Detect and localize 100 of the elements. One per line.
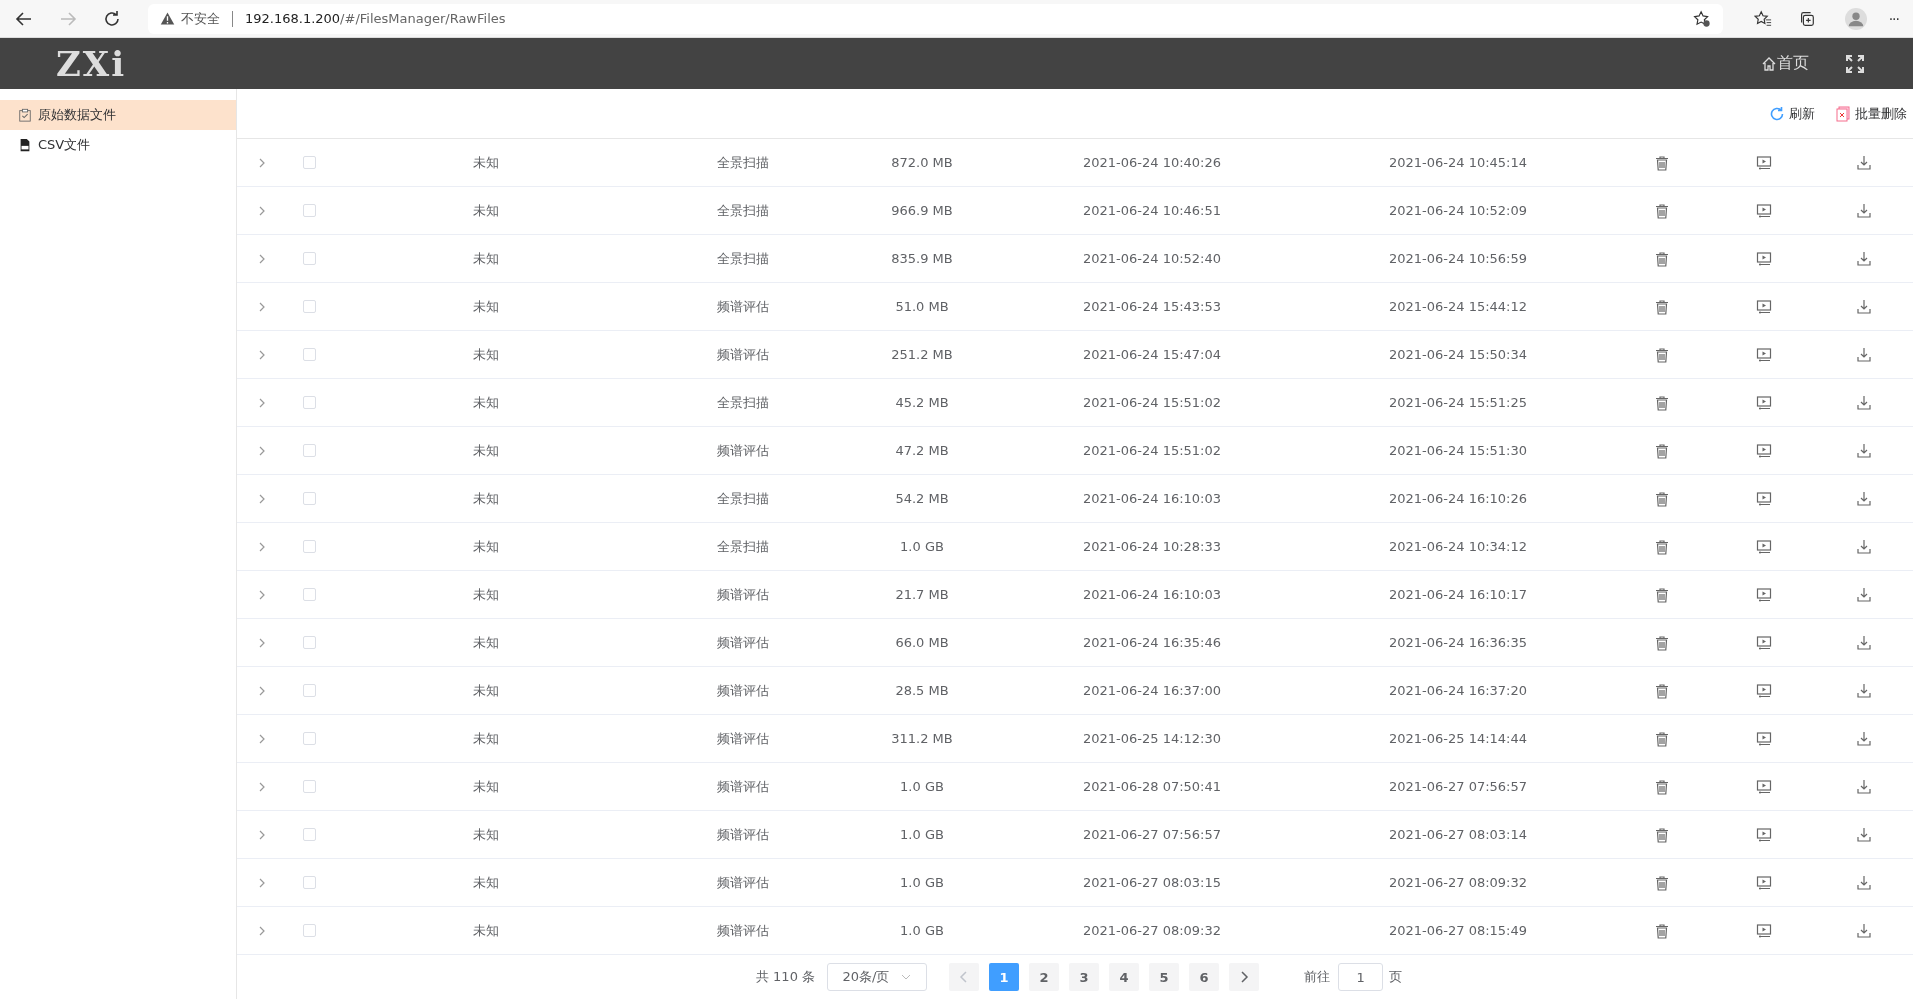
page-button[interactable]: 5 (1149, 963, 1180, 991)
favorites-icon[interactable] (1753, 9, 1772, 28)
download-icon[interactable] (1856, 442, 1872, 459)
star-add-icon[interactable] (1692, 9, 1711, 28)
play-screen-icon[interactable] (1756, 298, 1772, 315)
download-icon[interactable] (1856, 202, 1872, 219)
expand-chevron-icon[interactable] (257, 301, 267, 312)
download-icon[interactable] (1856, 346, 1872, 363)
row-checkbox[interactable] (302, 444, 316, 457)
play-screen-icon[interactable] (1756, 538, 1772, 555)
play-screen-icon[interactable] (1756, 874, 1772, 891)
row-checkbox[interactable] (302, 636, 316, 649)
fullscreen-icon[interactable] (1845, 53, 1865, 74)
row-checkbox[interactable] (302, 588, 316, 601)
download-icon[interactable] (1856, 250, 1872, 267)
row-checkbox[interactable] (302, 396, 316, 409)
trash-icon[interactable] (1654, 346, 1670, 363)
trash-icon[interactable] (1654, 538, 1670, 555)
trash-icon[interactable] (1654, 490, 1670, 507)
play-screen-icon[interactable] (1756, 634, 1772, 651)
page-button[interactable]: 6 (1189, 963, 1220, 991)
trash-icon[interactable] (1654, 586, 1670, 603)
expand-chevron-icon[interactable] (257, 397, 267, 408)
goto-page-field[interactable]: 1 (1338, 963, 1384, 991)
expand-chevron-icon[interactable] (257, 349, 267, 360)
expand-chevron-icon[interactable] (257, 733, 267, 744)
row-checkbox[interactable] (302, 300, 316, 313)
play-screen-icon[interactable] (1756, 154, 1772, 171)
download-icon[interactable] (1856, 682, 1872, 699)
download-icon[interactable] (1856, 874, 1872, 891)
play-screen-icon[interactable] (1756, 922, 1772, 939)
expand-chevron-icon[interactable] (257, 877, 267, 888)
play-screen-icon[interactable] (1756, 442, 1772, 459)
play-screen-icon[interactable] (1756, 202, 1772, 219)
page-size-select[interactable]: 20条/页 (827, 963, 928, 991)
sidebar-item[interactable]: 原始数据文件 (0, 100, 236, 130)
play-screen-icon[interactable] (1756, 346, 1772, 363)
trash-icon[interactable] (1654, 730, 1670, 747)
row-checkbox[interactable] (302, 924, 316, 937)
expand-chevron-icon[interactable] (257, 589, 267, 600)
expand-chevron-icon[interactable] (257, 157, 267, 168)
trash-icon[interactable] (1654, 298, 1670, 315)
expand-chevron-icon[interactable] (257, 781, 267, 792)
download-icon[interactable] (1856, 730, 1872, 747)
trash-icon[interactable] (1654, 634, 1670, 651)
play-screen-icon[interactable] (1756, 250, 1772, 267)
trash-icon[interactable] (1654, 394, 1670, 411)
download-icon[interactable] (1856, 922, 1872, 939)
play-screen-icon[interactable] (1756, 730, 1772, 747)
row-checkbox[interactable] (302, 252, 316, 265)
download-icon[interactable] (1856, 154, 1872, 171)
expand-chevron-icon[interactable] (257, 829, 267, 840)
expand-chevron-icon[interactable] (257, 637, 267, 648)
row-checkbox[interactable] (302, 156, 316, 169)
batch-delete-button[interactable]: 批量删除 (1835, 104, 1907, 123)
address-bar[interactable]: 不安全 192.168.1.200/#/FilesManager/RawFiles (148, 3, 1723, 34)
trash-icon[interactable] (1654, 250, 1670, 267)
expand-chevron-icon[interactable] (257, 205, 267, 216)
play-screen-icon[interactable] (1756, 682, 1772, 699)
trash-icon[interactable] (1654, 922, 1670, 939)
home-link[interactable]: 首页 (1761, 53, 1809, 74)
refresh-button[interactable]: 刷新 (1769, 104, 1815, 123)
row-checkbox[interactable] (302, 684, 316, 697)
sidebar-item[interactable]: CSV文件 (0, 130, 236, 160)
row-checkbox[interactable] (302, 540, 316, 553)
trash-icon[interactable] (1654, 874, 1670, 891)
next-page-icon[interactable] (1229, 963, 1260, 991)
download-icon[interactable] (1856, 538, 1872, 555)
page-button[interactable]: 4 (1109, 963, 1140, 991)
expand-chevron-icon[interactable] (257, 253, 267, 264)
download-icon[interactable] (1856, 634, 1872, 651)
download-icon[interactable] (1856, 778, 1872, 795)
row-checkbox[interactable] (302, 492, 316, 505)
trash-icon[interactable] (1654, 154, 1670, 171)
download-icon[interactable] (1856, 490, 1872, 507)
avatar-icon[interactable] (1844, 7, 1867, 30)
row-checkbox[interactable] (302, 348, 316, 361)
row-checkbox[interactable] (302, 828, 316, 841)
row-checkbox[interactable] (302, 780, 316, 793)
expand-chevron-icon[interactable] (257, 685, 267, 696)
more-menu[interactable]: ··· (1888, 10, 1899, 27)
play-screen-icon[interactable] (1756, 586, 1772, 603)
download-icon[interactable] (1856, 298, 1872, 315)
play-screen-icon[interactable] (1756, 778, 1772, 795)
expand-chevron-icon[interactable] (257, 925, 267, 936)
download-icon[interactable] (1856, 826, 1872, 843)
row-checkbox[interactable] (302, 732, 316, 745)
trash-icon[interactable] (1654, 442, 1670, 459)
trash-icon[interactable] (1654, 682, 1670, 699)
trash-icon[interactable] (1654, 202, 1670, 219)
download-icon[interactable] (1856, 394, 1872, 411)
download-icon[interactable] (1856, 586, 1872, 603)
row-checkbox[interactable] (302, 204, 316, 217)
expand-chevron-icon[interactable] (257, 493, 267, 504)
play-screen-icon[interactable] (1756, 490, 1772, 507)
play-screen-icon[interactable] (1756, 826, 1772, 843)
reload-icon[interactable] (102, 8, 122, 29)
trash-icon[interactable] (1654, 778, 1670, 795)
row-checkbox[interactable] (302, 876, 316, 889)
play-screen-icon[interactable] (1756, 394, 1772, 411)
